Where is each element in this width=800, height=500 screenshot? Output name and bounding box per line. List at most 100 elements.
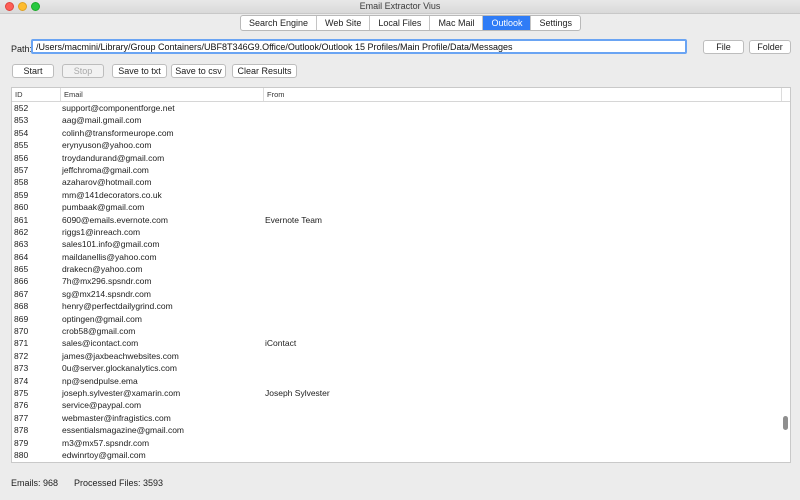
start-button[interactable]: Start — [12, 64, 54, 78]
folder-button[interactable]: Folder — [749, 40, 791, 54]
cell-email: m3@mx57.spsndr.com — [62, 437, 150, 448]
table-row[interactable]: 862 riggs1@inreach.com — [12, 226, 782, 238]
cell-id: 877 — [14, 412, 29, 423]
table-row[interactable]: 868 henry@perfectdailygrind.com — [12, 300, 782, 312]
cell-email: sales101.info@gmail.com — [62, 239, 160, 250]
column-header-id[interactable]: ID — [12, 88, 61, 101]
table-row[interactable]: 879 m3@mx57.spsndr.com — [12, 437, 782, 449]
table-row[interactable]: 854 colinh@transformeurope.com — [12, 127, 782, 139]
cell-email: sales@icontact.com — [62, 338, 139, 349]
table-row[interactable]: 871 sales@icontact.com iContact — [12, 337, 782, 349]
file-button[interactable]: File — [703, 40, 744, 54]
cell-email: essentialsmagazine@gmail.com — [62, 425, 185, 436]
cell-email: edwinrtoy@gmail.com — [62, 449, 146, 460]
cell-id: 880 — [14, 449, 29, 460]
cell-id: 854 — [14, 127, 29, 138]
cell-id: 856 — [14, 152, 29, 163]
cell-email: troydandurand@gmail.com — [62, 152, 165, 163]
cell-email: jeffchroma@gmail.com — [62, 164, 149, 175]
tab-web-site[interactable]: Web Site — [317, 16, 371, 30]
path-input[interactable] — [31, 39, 687, 54]
table-row[interactable]: 867 sg@mx214.spsndr.com — [12, 288, 782, 300]
cell-id: 858 — [14, 177, 29, 188]
cell-from: iContact — [265, 338, 297, 349]
cell-email: pumbaak@gmail.com — [62, 202, 145, 213]
table-body: 852 support@componentforge.net 853 aag@mail… — [12, 102, 782, 461]
cell-id: 874 — [14, 375, 29, 386]
cell-id: 867 — [14, 288, 29, 299]
table-row[interactable]: 880 edwinrtoy@gmail.com — [12, 449, 782, 461]
save-csv-button[interactable]: Save to csv — [171, 64, 226, 78]
cell-id: 863 — [14, 239, 29, 250]
tab-local-files[interactable]: Local Files — [370, 16, 431, 30]
table-row[interactable]: 856 troydandurand@gmail.com — [12, 152, 782, 164]
cell-id: 872 — [14, 350, 29, 361]
cell-id: 859 — [14, 189, 29, 200]
table-row[interactable]: 852 support@componentforge.net — [12, 102, 782, 114]
cell-email: joseph.sylvester@xamarin.com — [62, 387, 181, 398]
cell-id: 876 — [14, 400, 29, 411]
cell-id: 862 — [14, 226, 29, 237]
clear-results-button[interactable]: Clear Results — [232, 64, 297, 78]
cell-email: crob58@gmail.com — [62, 326, 136, 337]
table-row[interactable]: 853 aag@mail.gmail.com — [12, 114, 782, 126]
mode-tabs: Search Engine Web Site Local Files Mac M… — [240, 15, 582, 31]
table-header: ID Email From — [12, 88, 790, 102]
cell-email: service@paypal.com — [62, 400, 142, 411]
table-row[interactable]: 855 erynyuson@yahoo.com — [12, 139, 782, 151]
table-row[interactable]: 863 sales101.info@gmail.com — [12, 238, 782, 250]
column-header-from[interactable]: From — [264, 88, 782, 101]
results-table[interactable]: ID Email From 852 support@componentforge.… — [11, 87, 791, 463]
cell-email: optingen@gmail.com — [62, 313, 142, 324]
table-row[interactable]: 864 maildanellis@yahoo.com — [12, 251, 782, 263]
table-row[interactable]: 876 service@paypal.com — [12, 399, 782, 411]
table-row[interactable]: 874 np@sendpulse.ema — [12, 375, 782, 387]
cell-id: 864 — [14, 251, 29, 262]
cell-id: 860 — [14, 202, 29, 213]
cell-email: aag@mail.gmail.com — [62, 115, 142, 126]
cell-email: colinh@transformeurope.com — [62, 127, 174, 138]
title-bar: Email Extractor Vius — [0, 0, 800, 14]
cell-email: henry@perfectdailygrind.com — [62, 301, 173, 312]
column-header-email[interactable]: Email — [61, 88, 264, 101]
table-row[interactable]: 870 crob58@gmail.com — [12, 325, 782, 337]
tab-settings[interactable]: Settings — [531, 16, 580, 30]
cell-id: 879 — [14, 437, 29, 448]
save-txt-button[interactable]: Save to txt — [112, 64, 167, 78]
table-row[interactable]: 865 drakecn@yahoo.com — [12, 263, 782, 275]
table-row[interactable]: 860 pumbaak@gmail.com — [12, 201, 782, 213]
cell-email: erynyuson@yahoo.com — [62, 140, 152, 151]
table-row[interactable]: 857 jeffchroma@gmail.com — [12, 164, 782, 176]
cell-email: 7h@mx296.spsndr.com — [62, 276, 152, 287]
table-row[interactable]: 858 azaharov@hotmail.com — [12, 176, 782, 188]
cell-id: 852 — [14, 103, 29, 113]
stop-button[interactable]: Stop — [62, 64, 104, 78]
tab-outlook[interactable]: Outlook — [483, 16, 532, 30]
vertical-scrollbar[interactable] — [782, 102, 790, 462]
tab-search-engine[interactable]: Search Engine — [241, 16, 318, 30]
table-row[interactable]: 869 optingen@gmail.com — [12, 313, 782, 325]
table-row[interactable]: 878 essentialsmagazine@gmail.com — [12, 424, 782, 436]
cell-email: webmaster@infragistics.com — [62, 412, 171, 423]
emails-count: Emails: 968 — [11, 478, 59, 488]
cell-email: 6090@emails.evernote.com — [62, 214, 168, 225]
cell-email: riggs1@inreach.com — [62, 226, 141, 237]
table-row[interactable]: 877 webmaster@infragistics.com — [12, 412, 782, 424]
table-row[interactable]: 861 6090@emails.evernote.com Evernote Team — [12, 214, 782, 226]
table-row[interactable]: 866 7h@mx296.spsndr.com — [12, 275, 782, 287]
table-row[interactable]: 873 0u@server.glockanalytics.com — [12, 362, 782, 374]
table-row[interactable]: 859 mm@141decorators.co.uk — [12, 189, 782, 201]
cell-email: mm@141decorators.co.uk — [62, 189, 162, 200]
cell-id: 866 — [14, 276, 29, 287]
cell-id: 861 — [14, 214, 29, 225]
cell-id: 875 — [14, 387, 29, 398]
tab-mac-mail[interactable]: Mac Mail — [430, 16, 484, 30]
table-row[interactable]: 875 joseph.sylvester@xamarin.com Joseph Sy… — [12, 387, 782, 399]
cell-email: maildanellis@yahoo.com — [62, 251, 157, 262]
cell-id: 857 — [14, 164, 29, 175]
cell-id: 870 — [14, 326, 29, 337]
table-row[interactable]: 872 james@jaxbeachwebsites.com — [12, 350, 782, 362]
cell-from: Evernote Team — [265, 214, 323, 225]
scrollbar-thumb[interactable] — [783, 416, 788, 430]
cell-email: azaharov@hotmail.com — [62, 177, 152, 188]
